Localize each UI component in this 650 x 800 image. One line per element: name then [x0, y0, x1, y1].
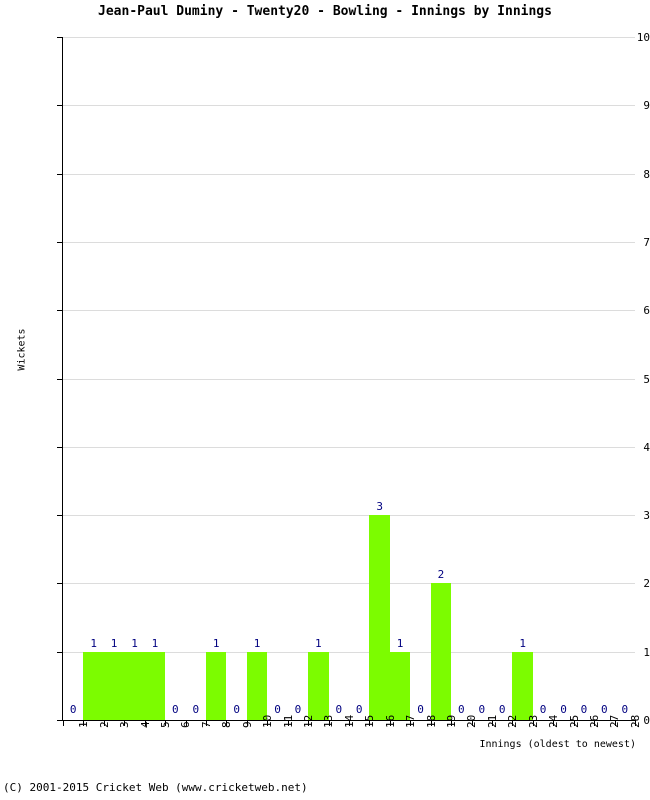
bar	[430, 583, 452, 720]
x-axis-tick	[267, 721, 269, 726]
bar-value-label: 0	[335, 703, 343, 716]
bar-value-label: 1	[90, 636, 97, 650]
bar-value-label: 1	[110, 636, 118, 650]
x-axis-tick	[573, 721, 575, 726]
x-axis-tick	[165, 721, 167, 726]
chart-title: Jean-Paul Duminy - Twenty20 - Bowling - …	[98, 4, 552, 19]
plot-area	[63, 37, 635, 720]
gridline	[63, 378, 635, 380]
x-axis-tick	[328, 721, 330, 726]
bar-value-label: 0	[294, 703, 302, 716]
x-axis-tick	[594, 721, 596, 726]
gridline	[63, 173, 635, 175]
x-axis-tick	[246, 721, 248, 726]
gridline	[63, 241, 635, 243]
bar-value-label: 0	[601, 703, 608, 716]
bar	[308, 651, 329, 720]
bar-value-label: 1	[396, 636, 404, 650]
bar	[369, 515, 390, 720]
bar-value-label: 0	[539, 703, 547, 716]
x-axis-tick	[206, 721, 207, 726]
bar-value-label: 0	[458, 703, 465, 716]
x-axis-tick	[185, 721, 187, 726]
bar-value-label: 0	[580, 703, 588, 716]
bar	[83, 651, 104, 720]
bar-value-label: 0	[478, 703, 486, 716]
x-axis-tick	[226, 721, 228, 726]
x-axis-tick	[144, 721, 146, 726]
x-axis-tick	[532, 721, 534, 726]
x-axis-tick	[471, 721, 473, 726]
bar-value-label: 1	[131, 636, 138, 650]
gridline	[63, 105, 635, 107]
bar-value-label: 0	[355, 703, 363, 716]
x-axis-tick	[369, 721, 371, 726]
x-axis-tick	[389, 721, 391, 726]
x-axis-tick	[287, 721, 289, 726]
footer-copyright: (C) 2001-2015 Cricket Web (www.cricketwe…	[3, 781, 308, 794]
x-axis-tick	[451, 721, 453, 726]
bar	[124, 651, 145, 720]
bar-value-label: 0	[233, 703, 240, 716]
bar-value-label: 0	[621, 703, 629, 716]
x-axis-tick	[308, 721, 310, 726]
x-axis-tick	[430, 721, 432, 726]
bar	[246, 651, 268, 720]
bar	[144, 651, 166, 720]
x-axis-tick	[349, 721, 350, 726]
x-axis-tick	[63, 721, 64, 726]
x-axis-tick	[553, 721, 555, 726]
bar-value-label: 1	[519, 636, 526, 650]
bar-value-label: 0	[560, 703, 567, 716]
bar-value-label: 0	[172, 703, 179, 716]
x-axis-tick	[83, 721, 85, 726]
bar-value-label: 1	[212, 636, 220, 650]
x-axis-tick	[410, 721, 412, 726]
x-axis-title: Innings (oldest to newest)	[479, 739, 636, 750]
bar-value-label: 0	[192, 703, 200, 716]
x-axis-tick	[614, 721, 616, 726]
gridline	[63, 583, 635, 585]
bar	[512, 651, 533, 720]
bar-value-label: 0	[274, 703, 281, 716]
gridline	[63, 310, 635, 312]
y-axis-title: Wickets	[16, 328, 28, 371]
gridline	[63, 446, 635, 448]
bar	[206, 651, 227, 720]
bar-value-label: 0	[69, 703, 77, 716]
bar-value-label: 1	[253, 636, 261, 650]
x-axis-tick	[635, 721, 636, 726]
bar-value-label: 1	[315, 636, 322, 650]
bar	[389, 651, 411, 720]
chart-container: Jean-Paul Duminy - Twenty20 - Bowling - …	[0, 0, 650, 800]
bar	[103, 651, 125, 720]
bar-value-label: 0	[498, 703, 506, 716]
x-axis-tick	[492, 721, 493, 726]
gridline	[63, 515, 635, 517]
bar-value-label: 3	[376, 500, 383, 514]
gridline	[63, 37, 635, 38]
bar-value-label: 0	[417, 703, 424, 716]
x-axis-tick	[512, 721, 514, 726]
bar-value-label: 1	[151, 636, 159, 650]
x-axis-tick	[103, 721, 105, 726]
x-axis-tick	[124, 721, 126, 726]
bar-value-label: 2	[437, 568, 445, 582]
